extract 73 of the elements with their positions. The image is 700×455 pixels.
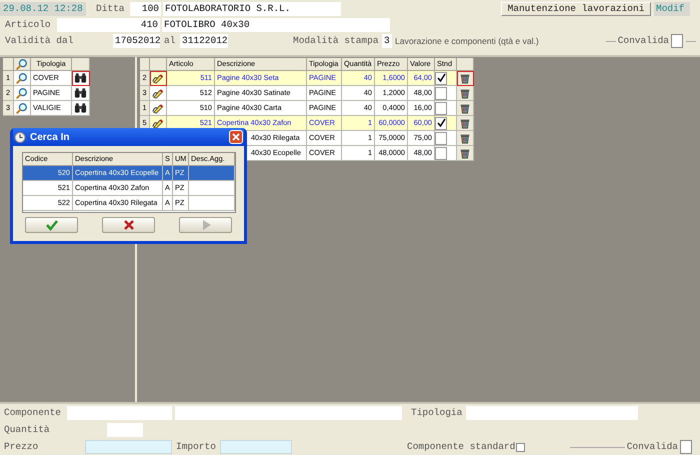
search-icon[interactable] [16, 58, 28, 70]
standard-checkbox[interactable] [435, 146, 447, 160]
standard-checkbox[interactable] [435, 132, 447, 144]
check-icon [46, 219, 58, 231]
binoculars-icon[interactable] [74, 87, 87, 99]
articolo-name-field[interactable]: FOTOLIBRO 40x30 [162, 18, 390, 32]
modalita-field[interactable]: 3 [382, 34, 392, 48]
modalita-label: Modalità stampa [293, 34, 380, 48]
standard-checkbox[interactable] [435, 86, 447, 100]
prezzo-field[interactable] [85, 440, 172, 454]
binoculars-icon[interactable] [74, 72, 87, 84]
dialog-title: Cerca In [30, 130, 70, 144]
delete-cell[interactable] [457, 71, 474, 86]
convalida-checkbox[interactable] [680, 440, 692, 454]
action-cell[interactable] [150, 86, 167, 101]
action-cell[interactable] [150, 101, 167, 116]
componente-name-field[interactable] [175, 406, 402, 420]
delete-cell[interactable] [457, 86, 474, 101]
delete-cell[interactable] [457, 146, 474, 161]
pencil-icon[interactable] [152, 116, 164, 130]
ok-button[interactable] [25, 217, 78, 233]
standard-checkbox[interactable] [435, 102, 447, 114]
binoculars-icon[interactable] [74, 102, 87, 114]
delete-cell[interactable] [457, 116, 474, 131]
modalita-description: Lavorazione e componenti (qtà e val.) [395, 34, 540, 48]
cancel-button[interactable] [102, 217, 155, 233]
check-mark-icon [436, 72, 446, 82]
mode-indicator: Modif [654, 2, 690, 16]
standard-checkbox[interactable] [435, 72, 447, 84]
quantita-label: Quantità [4, 422, 51, 437]
componente-standard-label: Componente standard [407, 440, 514, 454]
action-cell[interactable] [72, 86, 90, 101]
search-icon[interactable] [16, 86, 28, 100]
date-to-field[interactable]: 31122012 [180, 34, 228, 48]
ditta-code-field[interactable]: 100 [130, 2, 161, 16]
action-cell[interactable] [150, 71, 167, 86]
manutenzione-button[interactable]: Manutenzione lavorazioni [501, 2, 651, 16]
al-label: al [164, 34, 176, 48]
importo-label: Importo [176, 440, 217, 454]
close-button[interactable] [229, 130, 243, 144]
tipologia-label: Tipologia [411, 406, 464, 420]
cross-icon [122, 219, 134, 231]
pencil-icon[interactable] [152, 102, 164, 114]
tipologia-field[interactable] [466, 406, 638, 420]
search-icon[interactable] [16, 102, 28, 114]
articolo-code-field[interactable]: 410 [57, 18, 160, 32]
ditta-name-field[interactable]: FOTOLABORATORIO S.R.L. [163, 2, 341, 16]
date-from-field[interactable]: 17052012 [113, 34, 160, 48]
delete-cell[interactable] [457, 131, 474, 146]
pencil-icon[interactable] [152, 86, 164, 100]
importo-field[interactable] [220, 440, 292, 454]
search-icon[interactable] [16, 72, 28, 84]
date-time-display: 29.08.12 12:28 [0, 2, 86, 16]
componente-code-field[interactable] [67, 406, 172, 420]
quantita-field[interactable] [107, 423, 143, 437]
delete-cell[interactable] [457, 101, 474, 116]
header-cell [72, 58, 90, 71]
ditta-label: Ditta [96, 2, 126, 16]
pencil-icon[interactable] [152, 72, 164, 84]
articolo-label: Articolo [5, 18, 52, 32]
componente-standard-checkbox[interactable] [516, 442, 525, 452]
convalida-checkbox[interactable] [671, 34, 683, 48]
clock-icon [14, 131, 26, 143]
prezzo-label: Prezzo [4, 440, 40, 454]
componente-label: Componente [4, 406, 62, 420]
standard-checkbox[interactable] [435, 116, 447, 130]
convalida-label: Convalida [626, 440, 678, 454]
validita-label: Validità dal [5, 34, 74, 48]
check-mark-icon [436, 118, 446, 126]
convalida-label: Convalida [618, 34, 669, 48]
action-cell[interactable] [72, 101, 90, 116]
close-icon [232, 133, 240, 141]
action-cell[interactable] [72, 71, 90, 86]
